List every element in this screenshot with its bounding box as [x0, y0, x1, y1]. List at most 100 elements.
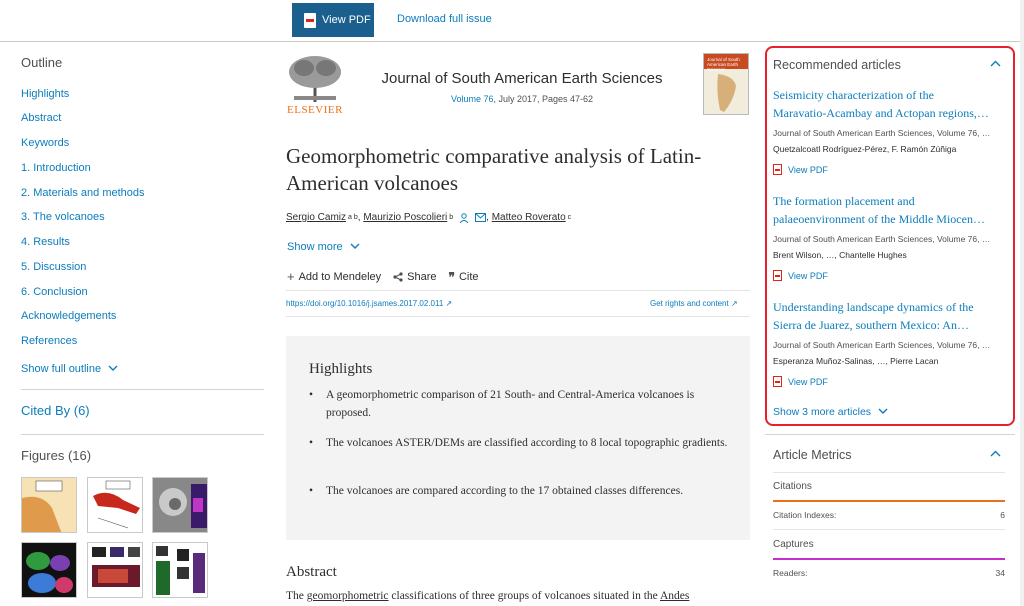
- chevron-down-icon: [350, 243, 360, 249]
- share-label: Share: [407, 270, 437, 283]
- recommended-article-authors: Esperanza Muñoz-Salinas, …, Pierre Lacan: [773, 356, 939, 366]
- journal-volume-link[interactable]: Volume 76: [451, 94, 494, 104]
- download-full-issue-link[interactable]: Download full issue: [397, 13, 492, 25]
- doi-divider: [286, 316, 750, 317]
- figure-thumbnail-1[interactable]: [21, 477, 77, 533]
- external-link-icon: ↗: [445, 299, 453, 308]
- outline-item-introduction[interactable]: 1. Introduction: [21, 162, 91, 174]
- pdf-icon: [773, 164, 782, 175]
- chevron-up-icon[interactable]: [990, 450, 1001, 457]
- figure-thumbnail-5[interactable]: [87, 542, 143, 598]
- recommended-article-title-line: Understanding landscape dynamics of the: [773, 300, 974, 314]
- recommended-article-title-line: Maravatio-Acambay and Actopan regions,…: [773, 106, 989, 120]
- chevron-up-icon[interactable]: [990, 60, 1001, 67]
- highlight-item: A geomorphometric comparison of 21 South…: [309, 386, 729, 422]
- outline-item-materials[interactable]: 2. Materials and methods: [21, 187, 145, 199]
- recommended-article-source: Journal of South American Earth Sciences…: [773, 128, 991, 138]
- recommended-article-title-line: Sierra de Juarez, southern Mexico: An…: [773, 318, 969, 332]
- captures-label: Captures: [773, 539, 814, 550]
- show-more-link[interactable]: Show more: [287, 241, 360, 253]
- recommended-article-title-link[interactable]: Seismicity characterization of the Marav…: [773, 86, 1003, 122]
- recommended-article-title-line: Seismicity characterization of the: [773, 88, 934, 102]
- cited-by-link[interactable]: Cited By (6): [21, 403, 90, 418]
- figure-thumbnail-4[interactable]: [21, 542, 77, 598]
- chevron-down-icon: [108, 365, 118, 371]
- add-to-mendeley-button[interactable]: + Add to Mendeley: [287, 269, 381, 284]
- glossary-term-link[interactable]: geomorphometric: [307, 590, 389, 602]
- view-pdf-button[interactable]: View PDF: [292, 3, 374, 37]
- metrics-divider-top: [765, 434, 1015, 435]
- outline-title: Outline: [21, 55, 63, 70]
- glossary-term-link[interactable]: Andes: [660, 590, 689, 602]
- email-icon[interactable]: [475, 213, 487, 222]
- recommended-article-title-link[interactable]: The formation placement and palaeoenviro…: [773, 192, 1003, 228]
- citations-label: Citations: [773, 481, 812, 492]
- view-pdf-label: View PDF: [322, 14, 371, 26]
- outline-item-highlights[interactable]: Highlights: [21, 88, 69, 100]
- pdf-icon: [773, 376, 782, 387]
- author-affiliation: b: [449, 214, 454, 221]
- readers-label: Readers:: [773, 568, 808, 578]
- author-list: Sergio Camiz a b , Maurizio Poscolieri b…: [286, 212, 571, 223]
- highlights-title: Highlights: [309, 361, 373, 377]
- author-link[interactable]: Sergio Camiz: [286, 212, 346, 223]
- doi-link[interactable]: https://doi.org/10.1016/j.jsames.2017.02…: [286, 299, 452, 308]
- recommended-articles-panel: Recommended articles Seismicity characte…: [765, 46, 1015, 426]
- metrics-divider: [773, 529, 1005, 530]
- citation-indexes-label: Citation Indexes:: [773, 510, 837, 520]
- rights-text: Get rights and content: [650, 299, 729, 308]
- figure-thumbnail-2[interactable]: [87, 477, 143, 533]
- quote-icon: ❞: [448, 269, 455, 284]
- outline-item-acknowledgements[interactable]: Acknowledgements: [21, 310, 116, 322]
- get-rights-link[interactable]: Get rights and content ↗: [650, 299, 738, 308]
- recommended-title: Recommended articles: [773, 58, 901, 72]
- abstract-title: Abstract: [286, 564, 337, 580]
- outline-item-volcanoes[interactable]: 3. The volcanoes: [21, 211, 105, 223]
- show-full-outline-link[interactable]: Show full outline: [21, 363, 118, 375]
- pdf-icon: [773, 270, 782, 281]
- figure-thumbnail-image: [88, 478, 142, 532]
- outline-item-discussion[interactable]: 5. Discussion: [21, 261, 86, 273]
- outline-item-abstract[interactable]: Abstract: [21, 112, 61, 124]
- share-button[interactable]: Share: [393, 270, 437, 283]
- outline-item-references[interactable]: References: [21, 335, 77, 347]
- figure-thumbnail-3[interactable]: [152, 477, 208, 533]
- recommended-view-pdf-link[interactable]: View PDF: [773, 270, 828, 281]
- abstract-text-mid: classifications of three groups of volca…: [388, 590, 660, 602]
- figure-thumbnail-image: [153, 543, 207, 597]
- outline-item-results[interactable]: 4. Results: [21, 236, 70, 248]
- highlight-item: The volcanoes ASTER/DEMs are classified …: [309, 434, 729, 452]
- recommended-article-title-link[interactable]: Understanding landscape dynamics of the …: [773, 298, 1003, 334]
- citations-bar: [773, 500, 1005, 502]
- recommended-article-source: Journal of South American Earth Sciences…: [773, 234, 991, 244]
- citation-indexes-row: Citation Indexes: 6: [773, 510, 1005, 520]
- figure-thumbnail-image: [22, 543, 76, 597]
- cited-divider: [21, 434, 264, 435]
- cite-button[interactable]: ❞ Cite: [449, 270, 479, 284]
- chevron-down-icon: [878, 408, 888, 414]
- journal-date-pages: , July 2017, Pages 47-62: [493, 94, 594, 104]
- author-affiliation: c: [567, 214, 572, 221]
- person-icon[interactable]: [459, 212, 469, 223]
- scrollbar-track[interactable]: [1020, 0, 1024, 606]
- view-pdf-label: View PDF: [788, 376, 828, 387]
- show-more-articles-label: Show 3 more articles: [773, 406, 872, 418]
- show-more-label: Show more: [287, 241, 343, 253]
- show-more-articles-link[interactable]: Show 3 more articles: [773, 406, 888, 418]
- outline-item-keywords[interactable]: Keywords: [21, 137, 69, 149]
- recommended-view-pdf-link[interactable]: View PDF: [773, 164, 828, 175]
- article-actions: + Add to Mendeley Share ❞ Cite: [287, 269, 479, 284]
- author-link[interactable]: Maurizio Poscolieri: [363, 212, 447, 223]
- show-full-outline-label: Show full outline: [21, 363, 102, 375]
- author-link[interactable]: Matteo Roverato: [492, 212, 566, 223]
- recommended-view-pdf-link[interactable]: View PDF: [773, 376, 828, 387]
- journal-cover-image[interactable]: Journal of South American Earth Sciences: [703, 53, 749, 115]
- figure-thumbnail-image: [153, 478, 207, 532]
- cover-map-art: [717, 74, 736, 112]
- pdf-icon: [304, 12, 316, 28]
- journal-title-link[interactable]: Journal of South American Earth Sciences: [358, 70, 686, 87]
- recommended-article-source: Journal of South American Earth Sciences…: [773, 340, 991, 350]
- outline-item-conclusion[interactable]: 6. Conclusion: [21, 286, 88, 298]
- author-separator: ,: [357, 212, 361, 223]
- figure-thumbnail-6[interactable]: [152, 542, 208, 598]
